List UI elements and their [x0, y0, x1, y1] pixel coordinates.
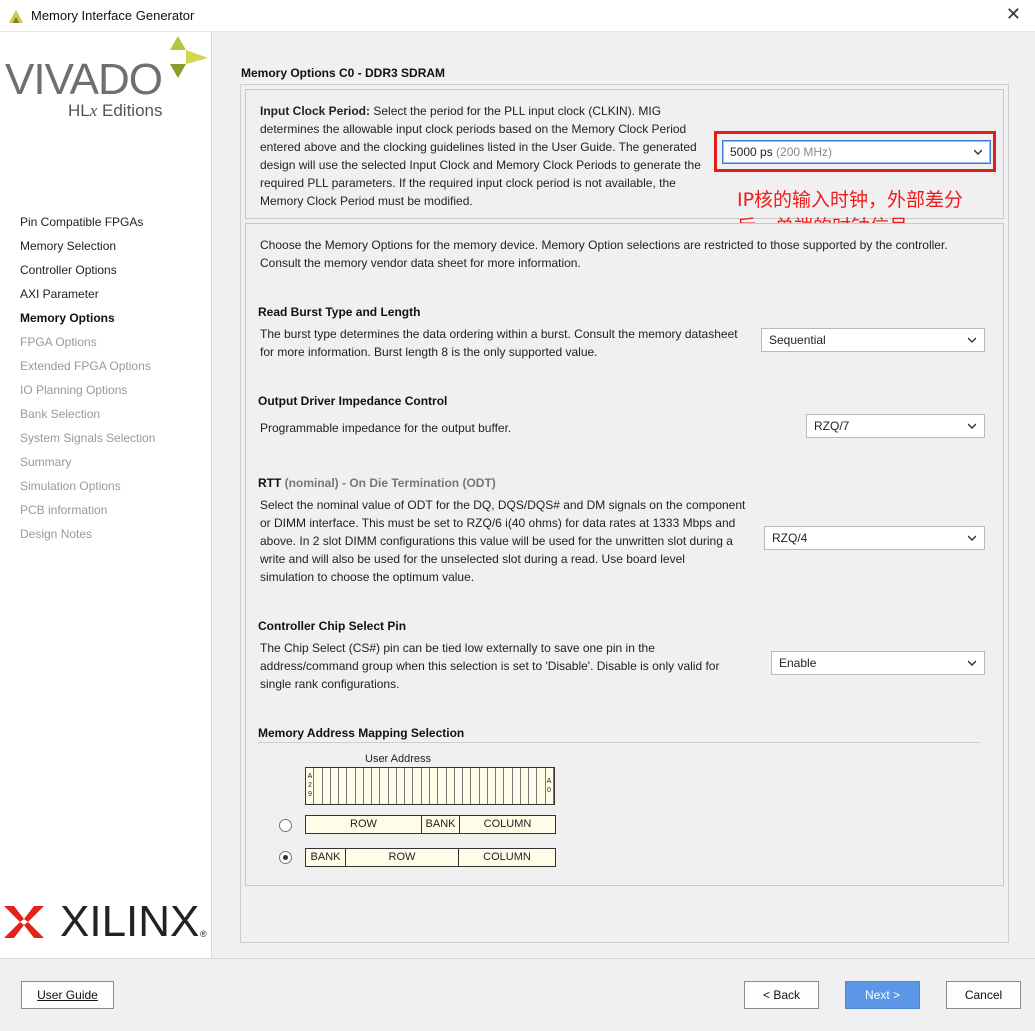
nav-item-memory-options[interactable]: Memory Options [20, 308, 155, 332]
vivado-logo-icon [170, 36, 208, 78]
address-bit-cell [463, 768, 472, 804]
nav-item-design-notes: Design Notes [20, 527, 93, 541]
xilinx-mark-icon [4, 906, 44, 938]
divider [258, 742, 980, 743]
back-button[interactable]: < Back [744, 981, 819, 1009]
rtt-select[interactable]: RZQ/4 [764, 526, 985, 550]
address-bit-cell [323, 768, 331, 804]
wizard-step-list: Pin Compatible FPGAs Memory Selection Cont… [20, 212, 155, 548]
output-driver-impedance-select[interactable]: RZQ/7 [806, 414, 985, 438]
address-bit-cell [397, 768, 406, 804]
address-bit-cell [389, 768, 397, 804]
address-bit-cell [537, 768, 546, 804]
address-bit-cell [422, 768, 430, 804]
cs-title: Controller Chip Select Pin [258, 619, 407, 633]
user-guide-button[interactable]: User Guide [21, 981, 114, 1009]
nav-item-memory-selection[interactable]: Memory Selection [20, 236, 155, 260]
mapping-bank-row-column: BANK ROW COLUMN [305, 848, 556, 867]
nav-item-controller-options[interactable]: Controller Options [20, 260, 155, 284]
column-segment: COLUMN [483, 851, 531, 863]
mapping-row-bank-column: ROW BANK COLUMN [305, 815, 556, 834]
user-address-label: User Address [365, 753, 432, 765]
address-bit-cell [430, 768, 439, 804]
burst-type-select[interactable]: Sequential [761, 328, 985, 352]
rtt-title: RTT (nominal) - On Die Termination (ODT) [258, 476, 496, 490]
address-bit-cell [438, 768, 447, 804]
msb-bit-label: 2 [308, 782, 312, 789]
odic-description: Programmable impedance for the output bu… [260, 421, 512, 435]
address-bit-cell [447, 768, 455, 804]
rtt-description: Select the nominal value of ODT for the … [260, 498, 746, 584]
address-bit-cell [372, 768, 381, 804]
address-bit-cell [529, 768, 538, 804]
lsb-bit-label: A [546, 778, 552, 785]
next-button[interactable]: Next > [845, 981, 920, 1009]
address-bit-cell [455, 768, 464, 804]
hlx-editions-text: HLx Editions [68, 101, 163, 120]
address-bit-cell [471, 768, 480, 804]
burst-title: Read Burst Type and Length [258, 305, 421, 319]
nav-item-axi-parameter[interactable]: AXI Parameter [20, 284, 155, 308]
address-bit-cell [364, 768, 373, 804]
nav-item-summary: Summary [20, 455, 72, 469]
column-segment: COLUMN [483, 818, 532, 830]
address-bit-cell [339, 768, 348, 804]
address-bit-cell [405, 768, 414, 804]
nav-item-system-signals-selection: System Signals Selection [20, 431, 156, 445]
close-icon[interactable]: ✕ [1006, 4, 1021, 25]
address-bit-cell [331, 768, 340, 804]
cancel-button[interactable]: Cancel [946, 981, 1021, 1009]
address-bit-cell [314, 768, 323, 804]
address-bit-cell [380, 768, 389, 804]
address-bit-cell [356, 768, 364, 804]
address-bit-cell [496, 768, 505, 804]
address-bit-cell [521, 768, 530, 804]
page-title: Memory Options C0 - DDR3 SDRAM [241, 66, 446, 80]
input-clock-description: Input Clock Period: Select the period fo… [260, 104, 701, 208]
nav-item-simulation-options: Simulation Options [20, 479, 121, 493]
row-segment: ROW [346, 849, 459, 866]
bank-segment: BANK [306, 849, 346, 866]
chevron-down-icon [968, 337, 976, 343]
radio-selected-dot [283, 855, 288, 860]
address-bit-cell [413, 768, 422, 804]
msb-bit-label: A [307, 773, 313, 780]
burst-description: The burst type determines the data order… [260, 327, 738, 359]
highlight-box [714, 131, 996, 172]
cs-description: The Chip Select (CS#) pin can be tied lo… [260, 641, 720, 691]
registered-mark: ® [200, 929, 207, 939]
chip-select-select[interactable]: Enable [771, 651, 985, 675]
xilinx-wordmark: XILINX [60, 897, 200, 946]
address-bit-cell [513, 768, 521, 804]
window-title: Memory Interface Generator [31, 8, 195, 23]
chevron-down-icon [968, 423, 976, 429]
intro-text: Choose the Memory Options for the memory… [260, 238, 948, 270]
mapping-option-row-bank-column-radio[interactable] [279, 819, 292, 832]
nav-item-pin-compatible-fpgas[interactable]: Pin Compatible FPGAs [20, 212, 155, 236]
nav-item-pcb-information: PCB information [20, 503, 108, 517]
row-segment: ROW [306, 816, 422, 833]
mapping-title: Memory Address Mapping Selection [258, 726, 465, 740]
nav-item-bank-selection: Bank Selection [20, 407, 101, 421]
title-bar: Memory Interface Generator ✕ [0, 0, 1035, 32]
chevron-down-icon [968, 535, 976, 541]
address-bit-cell [488, 768, 497, 804]
address-bit-cell [347, 768, 356, 804]
bank-segment: BANK [422, 816, 460, 833]
address-bit-cell [504, 768, 513, 804]
odic-title: Output Driver Impedance Control [258, 394, 448, 408]
mapping-option-bank-row-column-radio[interactable] [279, 851, 292, 864]
msb-bit-label: 9 [308, 791, 312, 798]
lsb-bit-label: 0 [547, 787, 551, 794]
vivado-logo-text: VIVADO [5, 55, 163, 104]
nav-item-io-planning-options: IO Planning Options [20, 383, 128, 397]
address-bit-cell [480, 768, 488, 804]
user-address-bits: A 2 9 A 0 [305, 767, 555, 805]
chevron-down-icon [968, 660, 976, 666]
nav-item-fpga-options: FPGA Options [20, 335, 97, 349]
address-bit-cell [546, 768, 554, 804]
vivado-app-icon [9, 10, 23, 23]
nav-item-extended-fpga-options: Extended FPGA Options [20, 359, 151, 373]
